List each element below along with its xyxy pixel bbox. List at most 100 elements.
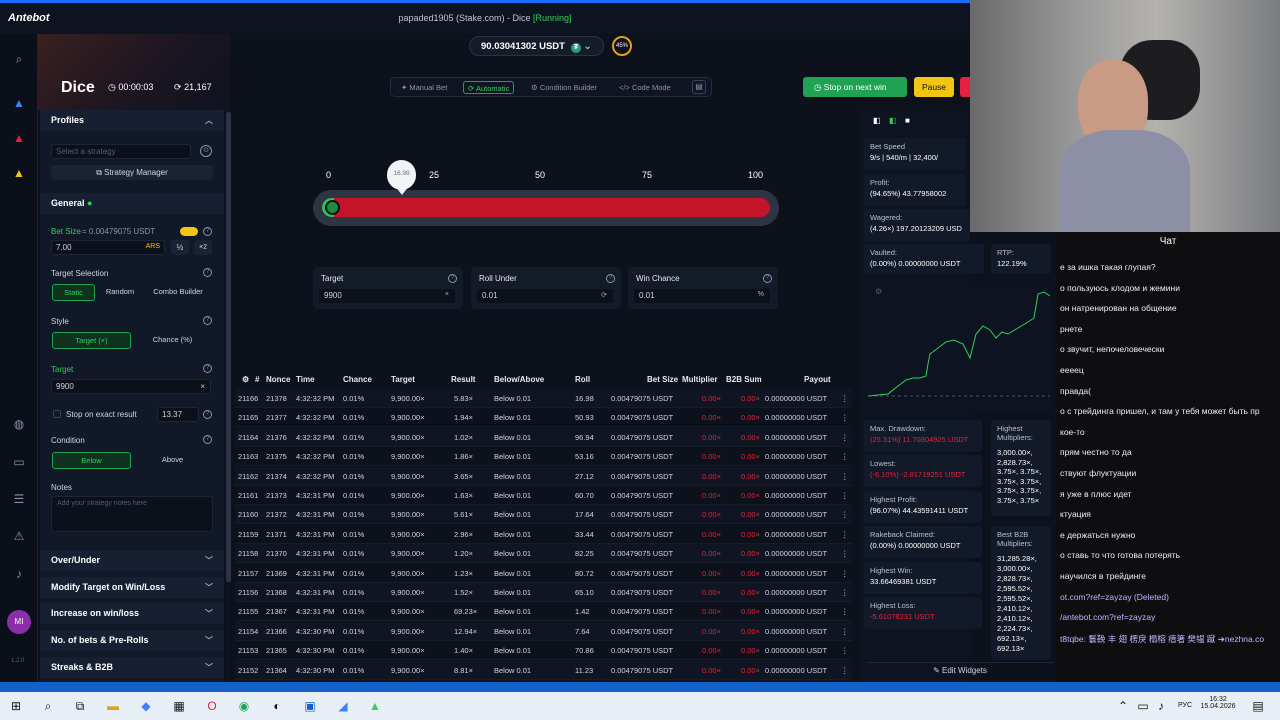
table-row[interactable]: 21164 21376 4:32:32 PM 0.01% 9,900.00× 1.02× B… xyxy=(235,427,852,447)
avatar[interactable]: MI xyxy=(7,610,31,634)
row-menu-icon[interactable]: ⋮ xyxy=(841,569,849,578)
windows-start-icon[interactable]: ⊞ xyxy=(8,698,24,714)
tab-manual-bet[interactable]: ✦ Manual Bet xyxy=(397,81,451,94)
target-input[interactable]: 9900 × xyxy=(51,379,211,394)
modify-target-header[interactable]: Modify Target on Win/Loss ﹀ xyxy=(40,577,224,598)
help-icon[interactable]: ? xyxy=(203,364,212,373)
settings-icon[interactable]: ⊙ xyxy=(200,145,212,157)
tab-code-mode[interactable]: </> Code Mode xyxy=(615,81,675,94)
bets-pre-rolls-header[interactable]: No. of bets & Pre-Rolls ﹀ xyxy=(40,630,224,651)
row-menu-icon[interactable]: ⋮ xyxy=(841,588,849,597)
network-icon[interactable]: ▭ xyxy=(1135,698,1151,714)
static-option[interactable]: Static xyxy=(52,284,95,301)
help-icon[interactable]: ? xyxy=(203,435,212,444)
combo-builder-option[interactable]: Combo Builder xyxy=(144,284,212,301)
currency-toggle[interactable] xyxy=(180,227,198,236)
game-icon-2[interactable]: ▲ xyxy=(11,165,27,181)
layout-icon-3[interactable]: ■ xyxy=(905,116,910,125)
streaks-b2b-header[interactable]: Streaks & B2B ﹀ xyxy=(40,657,224,678)
strategy-manager-button[interactable]: ⧉ Strategy Manager xyxy=(51,165,213,180)
row-menu-icon[interactable]: ⋮ xyxy=(841,394,849,403)
calculator-icon[interactable]: ▦ xyxy=(171,698,187,714)
chance-style-option[interactable]: Chance (%) xyxy=(133,332,212,349)
table-row[interactable]: 21156 21368 4:32:31 PM 0.01% 9,900.00× 1.52× B… xyxy=(235,583,852,602)
profiles-header[interactable]: Profiles ︿ xyxy=(40,110,224,131)
table-row[interactable]: 21158 21370 4:32:31 PM 0.01% 9,900.00× 1.20× B… xyxy=(235,544,852,564)
row-menu-icon[interactable]: ⋮ xyxy=(841,433,849,442)
double-button[interactable]: ×2 xyxy=(194,240,212,255)
search-icon[interactable]: ⌕ xyxy=(11,51,27,67)
half-button[interactable]: ½ xyxy=(171,240,189,255)
help-icon[interactable]: ? xyxy=(203,227,212,236)
row-menu-icon[interactable]: ⋮ xyxy=(841,413,849,422)
row-menu-icon[interactable]: ⋮ xyxy=(841,666,849,675)
table-row[interactable]: 21153 21365 4:32:30 PM 0.01% 9,900.00× 1.40× B… xyxy=(235,641,852,661)
app-icon[interactable]: ◆ xyxy=(138,698,154,714)
table-row[interactable]: 21162 21374 4:32:32 PM 0.01% 9,900.00× 3.65× B… xyxy=(235,466,852,486)
stop-on-next-win-button[interactable]: ◷ Stop on next win xyxy=(803,77,907,97)
table-row[interactable]: 21155 21367 4:32:31 PM 0.01% 9,900.00× 69.23×… xyxy=(235,602,852,622)
balance-selector[interactable]: 90.03041302 USDT ₮ ⌄ xyxy=(469,36,604,56)
row-menu-icon[interactable]: ⋮ xyxy=(841,627,849,636)
notifications-icon[interactable]: ▤ xyxy=(1250,698,1266,714)
panel-scroll-thumb[interactable] xyxy=(226,112,231,582)
stop-exact-checkbox[interactable] xyxy=(53,410,61,418)
help-icon[interactable]: ? xyxy=(203,410,212,419)
layout-icon[interactable]: ◧ xyxy=(873,116,881,125)
tab-automatic[interactable]: ⟳ Automatic xyxy=(463,81,515,94)
increase-on-win-loss-header[interactable]: Increase on win/loss ﹀ xyxy=(40,603,224,624)
table-row[interactable]: 21157 21369 4:32:31 PM 0.01% 9,900.00× 1.23× B… xyxy=(235,564,852,583)
table-row[interactable]: 21161 21373 4:32:31 PM 0.01% 9,900.00× 1.63× B… xyxy=(235,486,852,505)
over-under-header[interactable]: Over/Under ﹀ xyxy=(40,550,224,571)
help-icon[interactable]: ? xyxy=(448,274,457,283)
roll-under-input[interactable]: 0.01 xyxy=(477,289,613,303)
table-row[interactable]: 21166 21378 4:32:32 PM 0.01% 9,900.00× 5.83× B… xyxy=(235,389,852,408)
row-menu-icon[interactable]: ⋮ xyxy=(841,530,849,539)
folder-icon[interactable]: ▬ xyxy=(105,698,121,714)
list-icon[interactable]: ☰ xyxy=(11,491,27,507)
table-row[interactable]: 21163 21375 4:32:32 PM 0.01% 9,900.00× 1.86× B… xyxy=(235,447,852,467)
table-row[interactable]: 21152 21364 4:32:30 PM 0.01% 9,900.00× 8.81× B… xyxy=(235,660,852,680)
table-row[interactable]: 21159 21371 4:32:31 PM 0.01% 9,900.00× 2.96× B… xyxy=(235,525,852,544)
row-menu-icon[interactable]: ⋮ xyxy=(841,646,849,655)
notes-textarea[interactable]: Add your strategy notes here xyxy=(51,496,213,532)
slider-bar[interactable] xyxy=(322,198,770,217)
row-menu-icon[interactable]: ⋮ xyxy=(841,549,849,558)
bell-icon[interactable]: ♪ xyxy=(11,566,27,582)
search-icon[interactable]: ⌕ xyxy=(40,698,56,714)
game-icon[interactable]: ▲ xyxy=(11,130,27,146)
language-indicator[interactable]: РУС xyxy=(1178,702,1192,709)
row-menu-icon[interactable]: ⋮ xyxy=(841,510,849,519)
general-header[interactable]: General ● xyxy=(40,193,224,214)
globe-icon[interactable]: ◍ xyxy=(11,416,27,432)
antebot-taskbar-icon[interactable]: ▲ xyxy=(367,698,383,714)
chat-icon[interactable]: ▭ xyxy=(11,454,27,470)
tab-condition-builder[interactable]: ⚙ Condition Builder xyxy=(527,81,601,94)
antebot-icon[interactable]: ▲ xyxy=(11,95,27,111)
bet-size-input[interactable]: 7.00 ARS xyxy=(51,240,165,255)
chevron-up-icon[interactable]: ⌃ xyxy=(1115,698,1131,714)
row-menu-icon[interactable]: ⋮ xyxy=(841,472,849,481)
target-style-option[interactable]: Target (×) xyxy=(52,332,131,349)
row-menu-icon[interactable]: ⋮ xyxy=(841,452,849,461)
help-icon[interactable]: ? xyxy=(203,268,212,277)
table-row[interactable]: 21154 21366 4:32:30 PM 0.01% 9,900.00× 12.94×… xyxy=(235,621,852,641)
alert-icon[interactable]: ⚠ xyxy=(11,528,27,544)
pause-button[interactable]: Pause xyxy=(914,77,954,97)
volume-icon[interactable]: ♪ xyxy=(1153,698,1169,714)
slider-handle[interactable] xyxy=(325,200,340,215)
swap-icon[interactable]: ⟳ xyxy=(601,291,607,299)
strategy-select[interactable]: Select a strategy xyxy=(51,144,191,159)
calendar-icon[interactable]: ▤ xyxy=(692,80,706,94)
opera-icon[interactable]: O xyxy=(204,698,220,714)
layout-icon-2[interactable]: ◧ xyxy=(889,116,897,125)
clock[interactable]: 16:32 15.04.2026 xyxy=(1200,696,1236,710)
random-option[interactable]: Random xyxy=(98,284,142,301)
help-icon[interactable]: ? xyxy=(606,274,615,283)
target-field-input[interactable]: 9900 xyxy=(319,289,455,303)
help-icon[interactable]: ? xyxy=(763,274,772,283)
task-view-icon[interactable]: ⧉ xyxy=(72,698,88,714)
table-row[interactable]: 21160 21372 4:32:31 PM 0.01% 9,900.00× 5.61× B… xyxy=(235,505,852,525)
stop-exact-input[interactable]: 13.37 xyxy=(157,407,199,422)
app-icon-3[interactable]: ◢ xyxy=(335,698,351,714)
